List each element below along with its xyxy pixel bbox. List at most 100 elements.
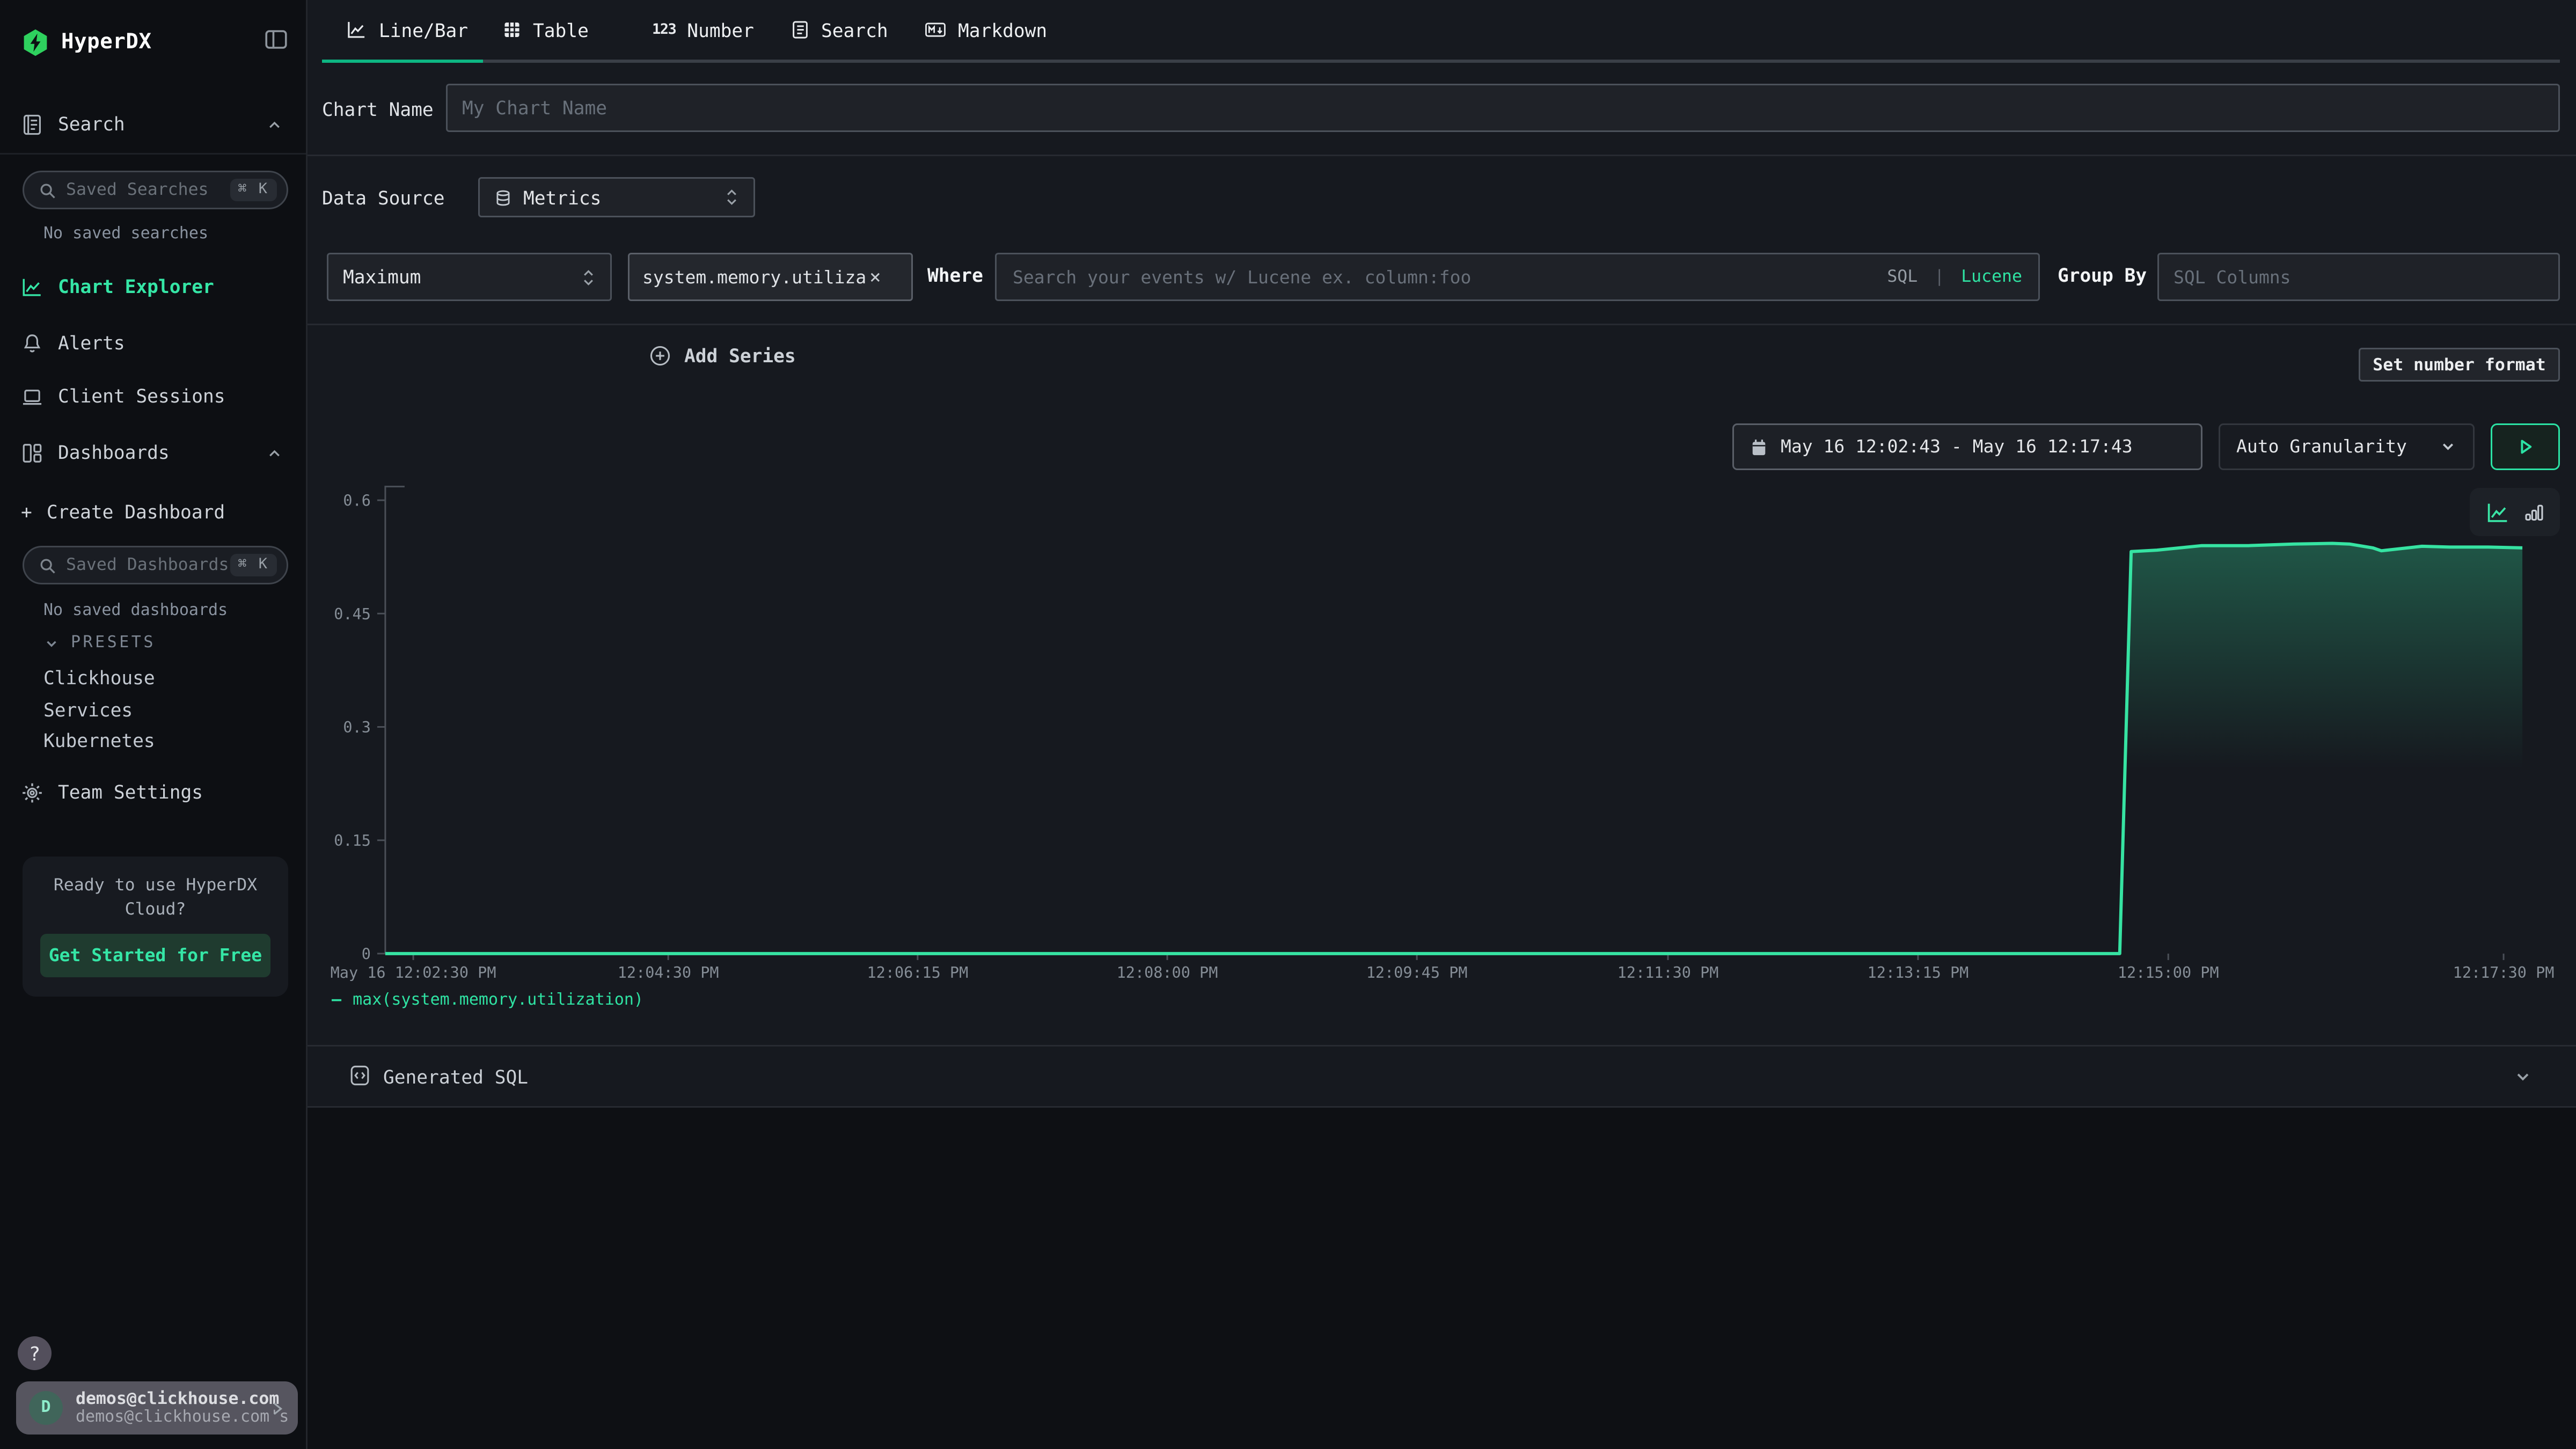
promo-text-line2: Cloud? <box>23 900 288 919</box>
markdown-icon <box>924 19 947 40</box>
tabbar-divider <box>322 60 2560 63</box>
run-query-button[interactable] <box>2491 423 2560 470</box>
svg-text:0.6: 0.6 <box>343 492 370 510</box>
active-tab-indicator <box>322 59 483 63</box>
sidebar-item-label: Search <box>58 113 125 135</box>
preset-clickhouse[interactable]: Clickhouse <box>43 667 155 689</box>
database-icon <box>494 188 512 207</box>
chart-explorer-main: Line/Bar Table 123 Number <box>308 0 2576 1449</box>
create-dashboard-label: Create Dashboard <box>47 501 225 523</box>
timeseries-chart[interactable]: 00.150.30.450.6May 16 12:02:30 PM12:04:3… <box>316 477 2570 989</box>
svg-text:12:09:45 PM: 12:09:45 PM <box>1366 964 1468 982</box>
granularity-value: Auto Granularity <box>2236 436 2407 457</box>
data-source-value: Metrics <box>523 186 601 209</box>
tab-label: Table <box>533 19 589 41</box>
tab-number[interactable]: 123 Number <box>652 0 754 60</box>
tab-markdown[interactable]: Markdown <box>924 0 1047 60</box>
aggregation-select[interactable]: Maximum <box>327 253 612 301</box>
divider <box>308 155 2576 156</box>
legend-line-swatch: — <box>332 992 341 1009</box>
user-menu[interactable]: D demos@clickhouse.com demos@clickhouse.… <box>16 1381 298 1435</box>
sidebar-item-team-settings[interactable]: Team Settings <box>21 778 288 807</box>
lucene-search-box: SQL | Lucene <box>995 253 2040 301</box>
svg-text:May 16 12:02:30 PM: May 16 12:02:30 PM <box>331 964 496 982</box>
date-range-value: May 16 12:02:43 - May 16 12:17:43 <box>1781 436 2133 457</box>
presets-header-label: PRESETS <box>71 634 156 652</box>
lucene-mode-button[interactable]: Lucene <box>1961 267 2022 287</box>
sidebar-item-search[interactable]: Search <box>21 109 288 138</box>
preset-kubernetes[interactable]: Kubernetes <box>43 729 155 752</box>
sidebar-item-label: Chart Explorer <box>58 275 214 298</box>
get-started-button[interactable]: Get Started for Free <box>40 934 270 977</box>
sidebar-item-dashboards[interactable]: Dashboards <box>21 438 288 467</box>
chevron-down-icon <box>2439 438 2457 456</box>
tab-label: Markdown <box>958 19 1047 41</box>
number-123-icon: 123 <box>652 22 676 38</box>
metric-name: system.memory.utilization <box>642 267 866 288</box>
brand-name: HyperDX <box>61 30 152 54</box>
where-label: Where <box>927 264 983 287</box>
preset-services[interactable]: Services <box>43 699 133 721</box>
create-dashboard-button[interactable]: + Create Dashboard <box>21 497 288 526</box>
hyperdx-app: HyperDX Search <box>0 0 2576 1449</box>
sidebar: HyperDX Search <box>0 0 308 1449</box>
saved-dashboards-box: ⌘ K <box>23 546 288 584</box>
sidebar-item-client-sessions[interactable]: Client Sessions <box>21 382 288 411</box>
line-chart-icon <box>347 19 368 40</box>
data-source-label: Data Source <box>322 187 445 209</box>
saved-searches-input[interactable] <box>66 180 230 200</box>
svg-text:12:06:15 PM: 12:06:15 PM <box>867 964 968 982</box>
sidebar-item-chart-explorer[interactable]: Chart Explorer <box>21 272 288 301</box>
toggle-divider: | <box>1934 267 1944 287</box>
search-icon <box>39 181 56 199</box>
promo-text-line1: Ready to use HyperDX <box>23 876 288 895</box>
granularity-select[interactable]: Auto Granularity <box>2219 423 2475 470</box>
event-search-input[interactable] <box>1013 267 1887 288</box>
remove-metric-icon[interactable]: × <box>869 267 881 287</box>
set-number-format-button[interactable]: Set number format <box>2359 348 2560 382</box>
tab-line-bar[interactable]: Line/Bar <box>330 0 485 60</box>
chevron-up-icon[interactable] <box>266 115 283 133</box>
chart-legend: — max(system.memory.utilization) <box>332 992 643 1009</box>
tab-table[interactable]: Table <box>502 0 589 60</box>
presets-header[interactable]: PRESETS <box>43 634 156 652</box>
chart-name-label: Chart Name <box>322 98 434 121</box>
tab-label: Number <box>687 19 754 41</box>
sidebar-item-label: Dashboards <box>58 441 170 464</box>
code-icon <box>349 1064 370 1087</box>
tab-label: Line/Bar <box>379 19 468 41</box>
sidebar-item-alerts[interactable]: Alerts <box>21 328 288 357</box>
cloud-promo-card: Ready to use HyperDX Cloud? Get Started … <box>23 857 288 997</box>
chevron-up-icon[interactable] <box>266 444 283 462</box>
svg-text:0.3: 0.3 <box>343 719 370 736</box>
saved-searches-box: ⌘ K <box>23 171 288 209</box>
hyperdx-logo-icon <box>21 27 50 57</box>
sidebar-collapse-icon[interactable] <box>264 27 288 52</box>
add-series-button[interactable]: Add Series <box>649 345 796 367</box>
group-by-input[interactable] <box>2157 253 2560 301</box>
add-series-label: Add Series <box>684 345 796 367</box>
saved-dashboards-input[interactable] <box>66 555 230 575</box>
chart-name-input[interactable] <box>446 84 2560 132</box>
svg-text:0: 0 <box>362 945 371 963</box>
search-icon <box>39 557 56 574</box>
select-chevrons-icon <box>581 267 596 288</box>
legend-series-name: max(system.memory.utilization) <box>353 992 643 1009</box>
content-background <box>308 1106 2576 1449</box>
date-range-picker[interactable]: May 16 12:02:43 - May 16 12:17:43 <box>1732 423 2202 470</box>
query-language-toggle: SQL | Lucene <box>1887 267 2022 287</box>
svg-text:12:17:30 PM: 12:17:30 PM <box>2453 964 2555 982</box>
sql-mode-button[interactable]: SQL <box>1887 267 1918 287</box>
metric-tag[interactable]: system.memory.utilization × <box>628 253 913 301</box>
user-email: demos@clickhouse.com <box>76 1389 269 1409</box>
generated-sql-row[interactable]: Generated SQL <box>308 1046 2576 1106</box>
aggregation-value: Maximum <box>343 266 421 288</box>
brand-row: HyperDX <box>21 24 288 60</box>
divider <box>308 324 2576 325</box>
data-source-select[interactable]: Metrics <box>478 177 755 217</box>
help-button[interactable]: ? <box>18 1336 52 1370</box>
dashboard-grid-icon <box>21 441 43 465</box>
svg-text:0.15: 0.15 <box>334 832 371 850</box>
avatar: D <box>29 1391 63 1425</box>
tab-search[interactable]: Search <box>791 0 888 60</box>
